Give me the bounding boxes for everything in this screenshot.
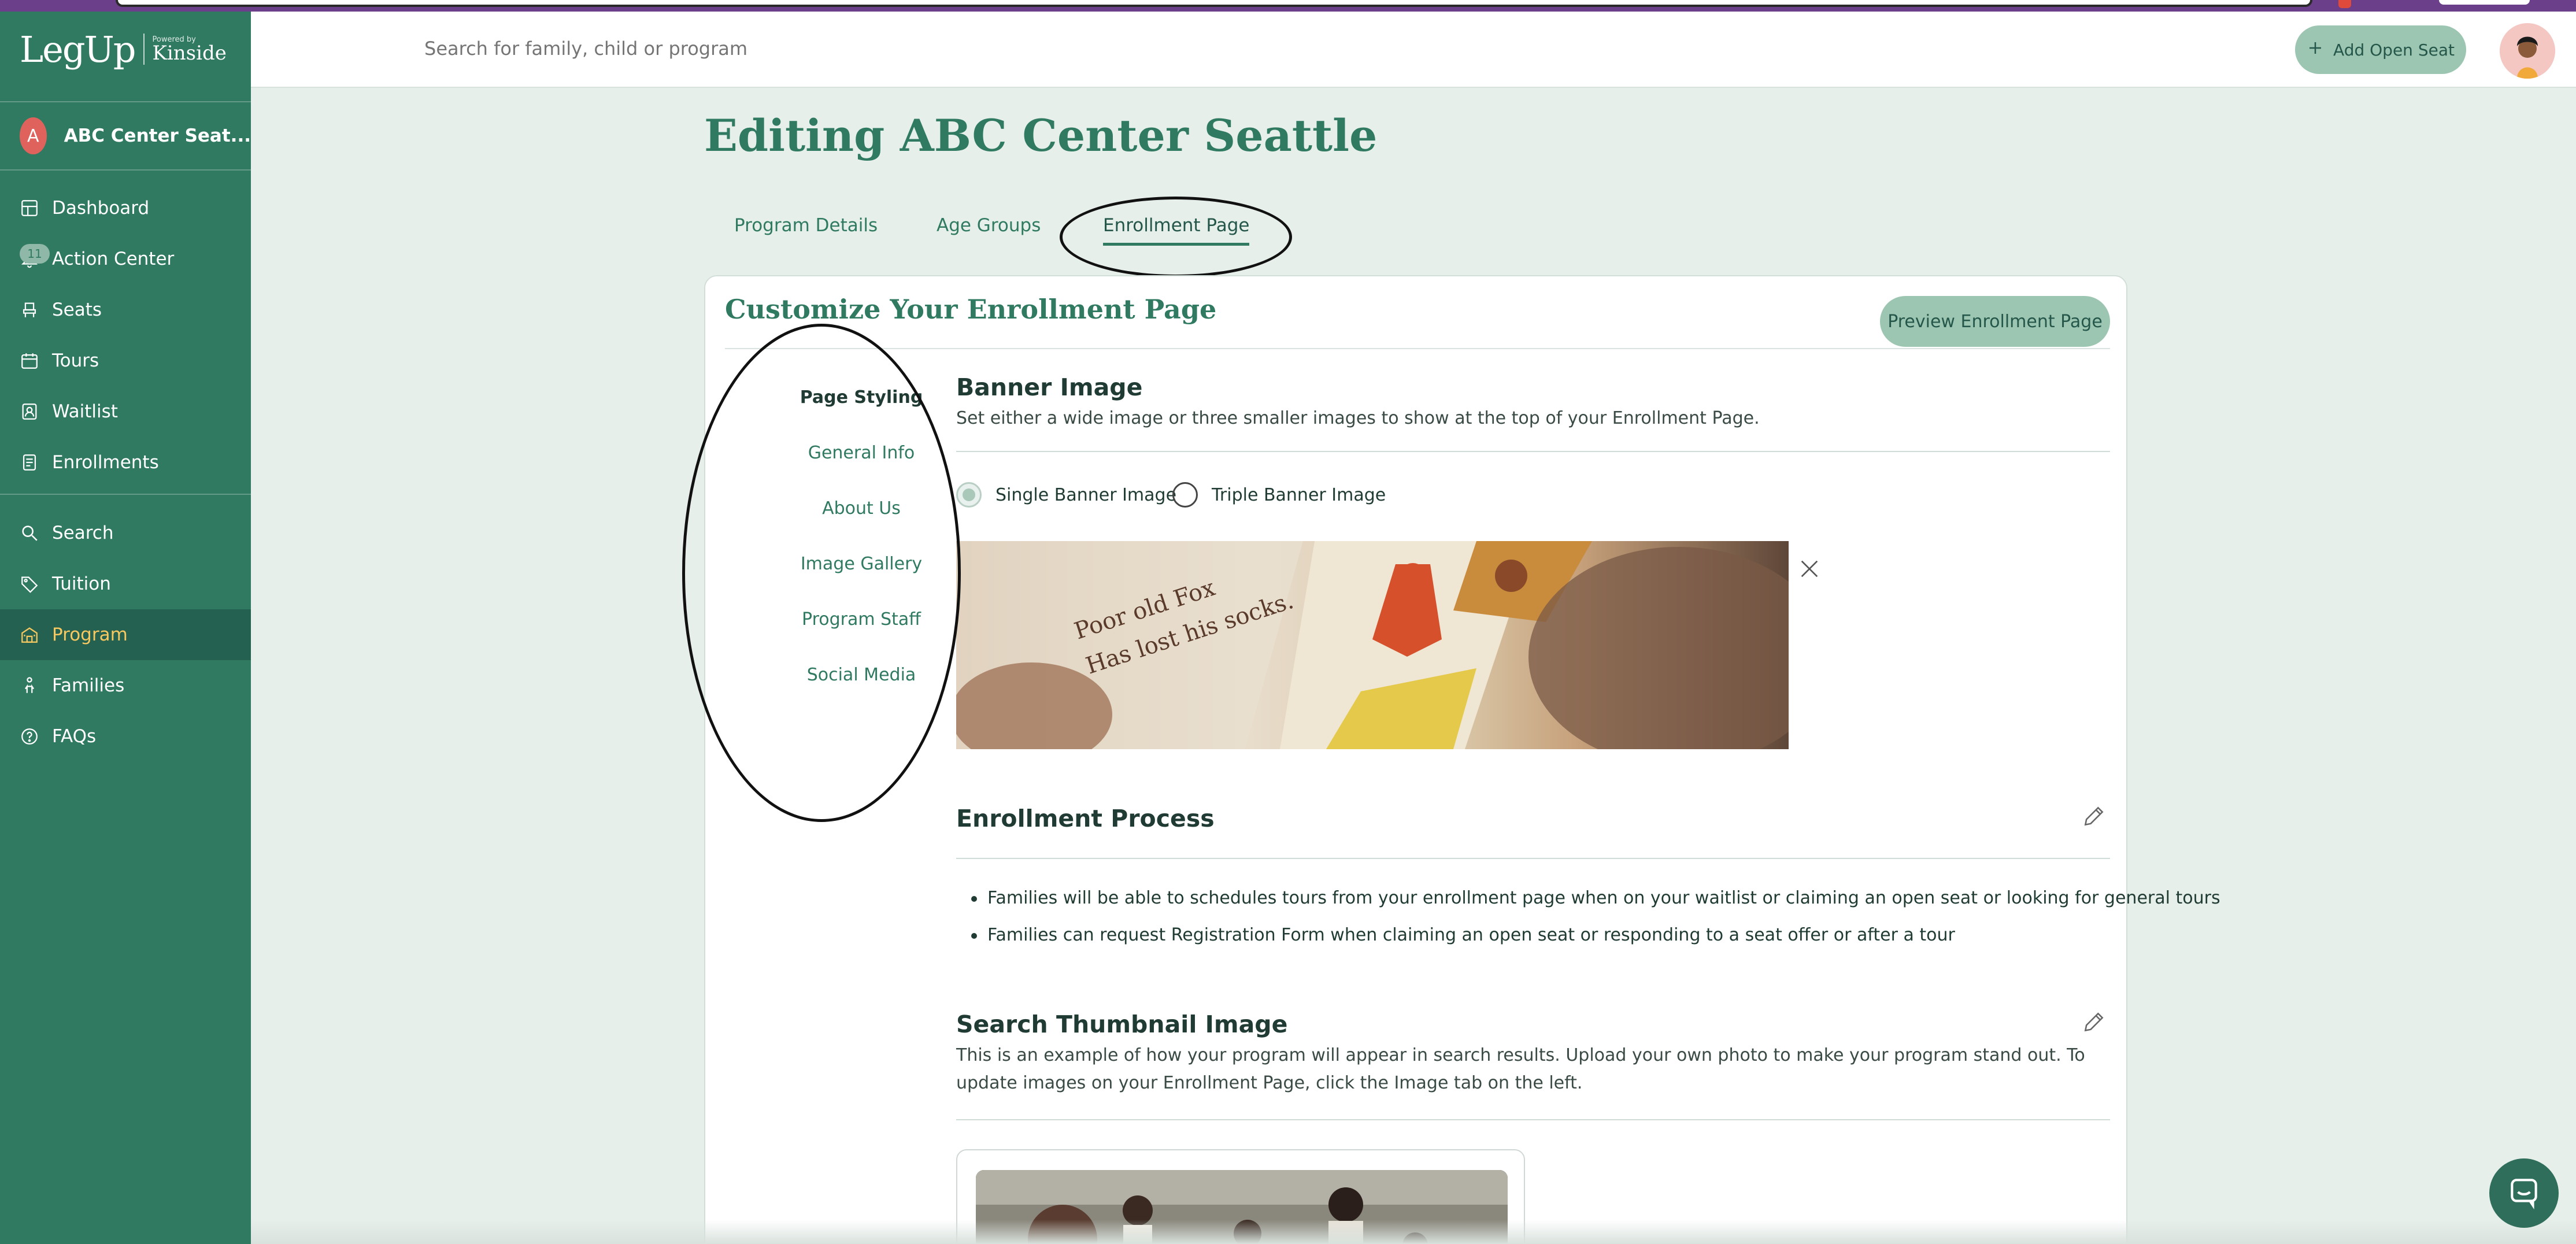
sidebar-item-label: FAQs — [52, 726, 97, 747]
logo-powered-by: Powered by — [152, 35, 196, 44]
sidebar-item-label: Families — [52, 675, 125, 696]
sidebar-item-waitlist[interactable]: Waitlist — [0, 386, 251, 437]
search-thumbnail-description-line2: update images on your Enrollment Page, c… — [956, 1073, 1583, 1093]
add-open-seat-label: Add Open Seat — [2333, 40, 2455, 60]
sidebar-item-action-center[interactable]: 11 Action Center — [0, 234, 251, 284]
top-header: Add Open Seat — [251, 12, 2576, 88]
search-input[interactable] — [424, 38, 1118, 60]
sidebar-item-label: Seats — [52, 299, 102, 320]
edit-pencil-icon[interactable] — [2081, 804, 2107, 829]
account-name: ABC Center Seat... — [64, 125, 251, 146]
annotation-circle-subnav — [682, 324, 961, 822]
search-thumbnail-description-line1: This is an example of how your program w… — [956, 1045, 2085, 1065]
sidebar-item-label: Dashboard — [52, 198, 150, 219]
sidebar-primary-nav: Dashboard 11 Action Center Seats Tours W… — [0, 183, 251, 495]
sidebar-secondary-nav: Search Tuition Program Families FAQs — [0, 508, 251, 762]
triple-banner-radio[interactable]: Triple Banner Image — [1172, 482, 1386, 508]
edit-pencil-icon[interactable] — [2081, 1009, 2107, 1035]
sidebar-item-enrollments[interactable]: Enrollments — [0, 437, 251, 488]
logo-legup: LegUp — [20, 28, 136, 71]
account-switcher[interactable]: A ABC Center Seat... — [0, 101, 251, 171]
search-thumbnail-heading: Search Thumbnail Image — [956, 1010, 1288, 1038]
top-strip-pill — [2437, 0, 2532, 7]
sidebar-item-label: Program — [52, 624, 128, 645]
sidebar-item-label: Action Center — [52, 249, 175, 269]
document-icon — [20, 453, 39, 472]
tab-age-groups[interactable]: Age Groups — [937, 208, 1041, 243]
enrollment-process-list: Families will be able to schedules tours… — [971, 880, 2220, 954]
sidebar-item-label: Tuition — [52, 573, 111, 594]
browser-top-strip — [0, 0, 2576, 12]
notification-indicator — [2338, 0, 2351, 8]
close-icon[interactable] — [1798, 557, 1821, 580]
radio-unselected-indicator — [1172, 482, 1198, 508]
sidebar-item-seats[interactable]: Seats — [0, 284, 251, 335]
banner-image-heading: Banner Image — [956, 373, 1143, 401]
single-banner-label: Single Banner Image — [995, 484, 1177, 505]
list-item: Families can request Registration Form w… — [971, 917, 2220, 954]
plus-icon — [2307, 39, 2324, 61]
preview-enrollment-page-button[interactable]: Preview Enrollment Page — [1880, 296, 2110, 347]
calendar-icon — [20, 351, 39, 371]
seat-icon — [20, 300, 39, 320]
banner-image: Poor old Fox Has lost his socks. — [956, 541, 1789, 749]
sidebar-item-search[interactable]: Search — [0, 508, 251, 558]
card-title: Customize Your Enrollment Page — [725, 294, 1217, 325]
add-open-seat-button[interactable]: Add Open Seat — [2295, 25, 2466, 74]
person-icon — [20, 676, 39, 695]
logo-kinside-group: Powered by Kinside — [153, 36, 227, 63]
sidebar-item-tours[interactable]: Tours — [0, 335, 251, 386]
chat-button[interactable] — [2489, 1158, 2559, 1228]
sidebar-item-tuition[interactable]: Tuition — [0, 558, 251, 609]
action-center-badge: 11 — [20, 244, 50, 264]
bottom-shadow — [251, 1220, 2576, 1244]
sidebar-item-label: Enrollments — [52, 452, 159, 473]
question-icon — [20, 727, 39, 746]
annotation-circle-tab — [1060, 197, 1292, 277]
search-icon — [20, 523, 39, 543]
card-divider — [725, 348, 2110, 349]
sidebar-item-program[interactable]: Program — [0, 609, 251, 660]
sidebar-item-dashboard[interactable]: Dashboard — [0, 183, 251, 234]
enrollment-process-heading: Enrollment Process — [956, 805, 1215, 832]
banner-divider — [956, 451, 2110, 452]
list-item: Families will be able to schedules tours… — [971, 880, 2220, 917]
building-icon — [20, 625, 39, 645]
radio-selected-indicator — [956, 482, 982, 508]
banner-image-description: Set either a wide image or three smaller… — [956, 408, 1760, 428]
triple-banner-label: Triple Banner Image — [1212, 484, 1386, 505]
account-avatar: A — [20, 117, 47, 154]
sidebar-item-label: Search — [52, 523, 114, 543]
sidebar-item-faqs[interactable]: FAQs — [0, 711, 251, 762]
page-title: Editing ABC Center Seattle — [704, 110, 1378, 161]
sidebar: LegUp Powered by Kinside A ABC Center Se… — [0, 12, 251, 1244]
logo-kinside: Kinside — [152, 41, 227, 65]
tab-program-details[interactable]: Program Details — [734, 208, 878, 243]
single-banner-radio[interactable]: Single Banner Image — [956, 482, 1176, 508]
thumbnail-divider — [956, 1119, 2110, 1120]
chat-icon — [2506, 1174, 2542, 1212]
logo[interactable]: LegUp Powered by Kinside — [20, 28, 227, 71]
user-avatar[interactable] — [2500, 23, 2555, 79]
top-strip-bar — [116, 0, 2312, 7]
sidebar-item-label: Waitlist — [52, 401, 118, 422]
tag-icon — [20, 574, 39, 594]
sidebar-item-label: Tours — [52, 350, 99, 371]
logo-divider — [143, 34, 145, 65]
grid-icon — [20, 198, 39, 218]
sidebar-item-families[interactable]: Families — [0, 660, 251, 711]
enrollment-divider — [956, 858, 2110, 859]
clipboard-user-icon — [20, 402, 39, 421]
